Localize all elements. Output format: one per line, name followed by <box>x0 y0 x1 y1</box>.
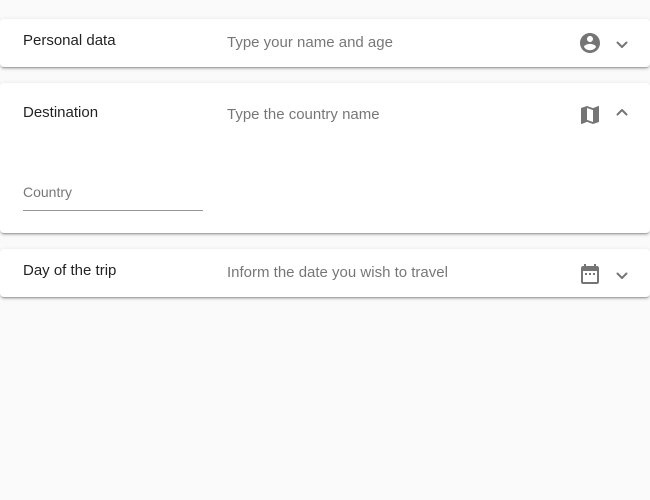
accordion: Personal data Type your name and age Des… <box>0 0 650 500</box>
chevron-down-icon[interactable] <box>614 268 630 284</box>
panel-title: Personal data <box>23 32 116 49</box>
panel-destination: Destination Type the country name <box>0 83 650 233</box>
panel-body-destination <box>0 147 650 233</box>
account-circle-icon <box>578 31 602 55</box>
panel-header-destination[interactable]: Destination Type the country name <box>0 83 650 147</box>
panel-description: Inform the date you wish to travel <box>227 264 448 281</box>
panel-header-personal-data[interactable]: Personal data Type your name and age <box>0 19 650 67</box>
calendar-icon <box>578 262 602 286</box>
country-input[interactable] <box>23 177 203 211</box>
panel-personal-data: Personal data Type your name and age <box>0 19 650 67</box>
panel-title: Destination <box>23 104 99 121</box>
chevron-down-icon[interactable] <box>614 37 630 53</box>
panel-title: Day of the trip <box>23 262 117 279</box>
panel-description: Type the country name <box>227 106 380 123</box>
panel-description: Type your name and age <box>227 34 393 51</box>
panel-day-of-trip: Day of the trip Inform the date you wish… <box>0 249 650 297</box>
map-icon <box>578 103 602 127</box>
chevron-up-icon[interactable] <box>614 104 630 120</box>
panel-header-day-of-trip[interactable]: Day of the trip Inform the date you wish… <box>0 249 650 297</box>
country-field <box>23 177 203 211</box>
